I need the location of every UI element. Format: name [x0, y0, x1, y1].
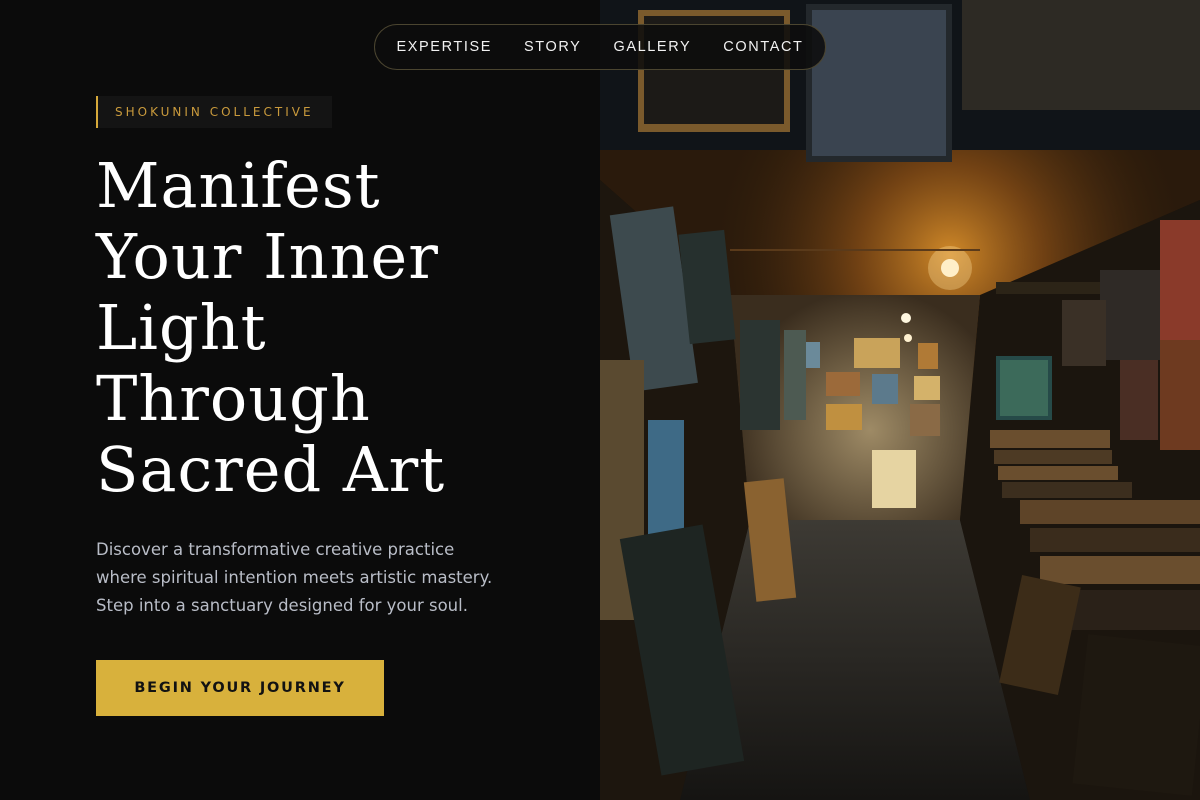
headline-line: Light [96, 291, 267, 364]
nav-link-expertise[interactable]: EXPERTISE [396, 39, 492, 55]
description-line: Step into a sanctuary designed for your … [96, 596, 468, 615]
art-gallery-corridor-image [600, 0, 1200, 800]
headline-line: Sacred Art [96, 433, 446, 506]
brand-badge: SHOKUNIN COLLECTIVE [96, 96, 332, 128]
hero-left-panel: SHOKUNIN COLLECTIVE Manifest Your Inner … [0, 0, 600, 800]
brand-badge-label: SHOKUNIN COLLECTIVE [115, 105, 314, 119]
headline-line: Manifest [96, 149, 381, 222]
nav-link-story[interactable]: STORY [524, 39, 581, 55]
begin-journey-button[interactable]: BEGIN YOUR JOURNEY [96, 660, 384, 716]
description-line: Discover a transformative creative pract… [96, 540, 455, 559]
description-line: where spiritual intention meets artistic… [96, 568, 493, 587]
headline-line: Your Inner [96, 220, 439, 293]
headline-line: Through [96, 362, 371, 435]
nav-link-gallery[interactable]: GALLERY [613, 39, 691, 55]
hero-headline: Manifest Your Inner Light Through Sacred… [96, 150, 576, 505]
main-nav: EXPERTISE STORY GALLERY CONTACT [374, 24, 826, 70]
gallery-hero-image [600, 0, 1200, 800]
hero-description: Discover a transformative creative pract… [96, 536, 526, 620]
nav-link-contact[interactable]: CONTACT [723, 39, 803, 55]
